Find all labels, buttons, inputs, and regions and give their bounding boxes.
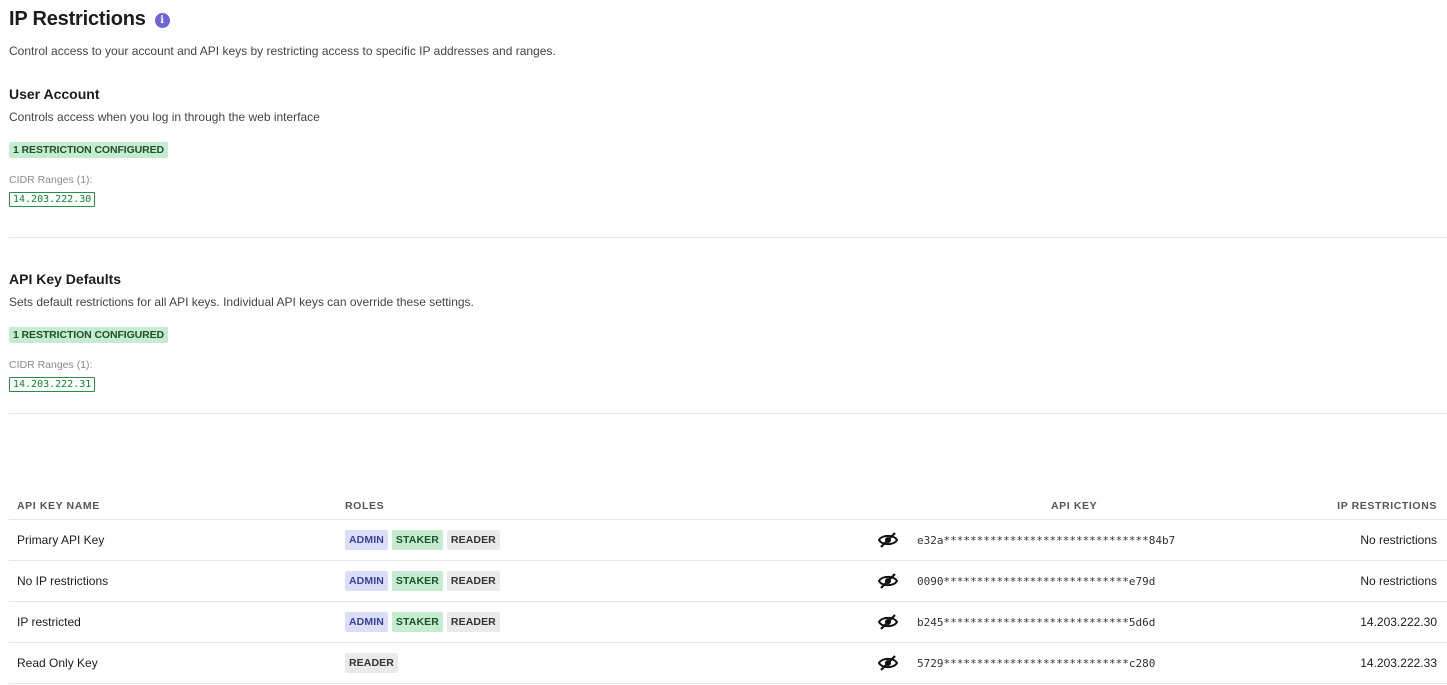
role-badge-admin: ADMIN: [345, 530, 388, 550]
ip-restrictions-value: 14.203.222.33: [1360, 656, 1437, 670]
table-header-row: API KEY NAME ROLES API KEY IP RESTRICTIO…: [9, 492, 1447, 520]
role-badge-staker: STAKER: [391, 571, 443, 591]
ip-restrictions-value: No restrictions: [1360, 533, 1437, 547]
column-header-ip-restrictions[interactable]: IP RESTRICTIONS: [1337, 500, 1437, 512]
role-badge-staker: STAKER: [391, 612, 443, 632]
column-header-api-key[interactable]: API KEY: [1051, 500, 1097, 512]
eye-slash-icon[interactable]: [877, 611, 899, 633]
ip-restrictions-value: No restrictions: [1360, 574, 1437, 588]
table-row[interactable]: No IP restrictions ADMIN STAKER READER 0…: [9, 561, 1447, 602]
restriction-status-badge: 1 RESTRICTION CONFIGURED: [9, 142, 169, 158]
eye-slash-icon[interactable]: [877, 529, 899, 551]
column-header-name[interactable]: API KEY NAME: [17, 500, 100, 512]
section-divider: [9, 237, 1447, 238]
section-description-user-account: Controls access when you log in through …: [9, 110, 320, 124]
section-title-api-key-defaults: API Key Defaults: [9, 271, 122, 287]
role-badges: ADMIN STAKER READER: [345, 571, 500, 591]
restriction-status-badge: 1 RESTRICTION CONFIGURED: [9, 327, 169, 343]
role-badge-reader: READER: [345, 653, 398, 673]
role-badges: ADMIN STAKER READER: [345, 612, 500, 632]
role-badge-staker: STAKER: [391, 530, 443, 550]
cidr-range-value: 14.203.222.31: [9, 377, 96, 392]
eye-slash-icon[interactable]: [877, 652, 899, 674]
ip-restrictions-value: 14.203.222.30: [1360, 615, 1437, 629]
page-title: IP Restrictions: [9, 8, 146, 30]
column-header-roles[interactable]: ROLES: [345, 500, 384, 512]
user-account-section: User Account Controls access when you lo…: [9, 86, 1447, 207]
role-badges: READER: [345, 653, 398, 673]
role-badge-admin: ADMIN: [345, 571, 388, 591]
api-key-value: b245****************************5d6d: [917, 615, 1156, 629]
table-row[interactable]: IP restricted ADMIN STAKER READER b245**…: [9, 602, 1447, 643]
api-key-value: e32a*******************************84b7: [917, 533, 1176, 547]
api-key-name: IP restricted: [17, 615, 81, 629]
page-description: Control access to your account and API k…: [9, 44, 556, 58]
role-badge-reader: READER: [446, 612, 500, 632]
info-icon[interactable]: i: [154, 12, 170, 28]
section-divider: [9, 413, 1447, 414]
role-badge-admin: ADMIN: [345, 612, 388, 632]
cidr-ranges-label: CIDR Ranges (1):: [9, 174, 93, 186]
api-key-name: No IP restrictions: [17, 574, 109, 588]
table-row[interactable]: Read Only Key READER 5729***************…: [9, 643, 1447, 684]
role-badge-reader: READER: [446, 530, 500, 550]
api-key-value: 0090****************************e79d: [917, 574, 1156, 588]
section-title-user-account: User Account: [9, 86, 100, 102]
api-key-name: Primary API Key: [17, 533, 105, 547]
api-keys-table: API KEY NAME ROLES API KEY IP RESTRICTIO…: [9, 492, 1447, 684]
page-header: IP Restrictions i: [9, 8, 170, 31]
role-badges: ADMIN STAKER READER: [345, 530, 500, 550]
api-key-value: 5729****************************c280: [917, 656, 1156, 670]
api-key-defaults-section: API Key Defaults Sets default restrictio…: [9, 271, 1447, 392]
cidr-range-value: 14.203.222.30: [9, 192, 96, 207]
table-row[interactable]: Primary API Key ADMIN STAKER READER e32a…: [9, 520, 1447, 561]
eye-slash-icon[interactable]: [877, 570, 899, 592]
cidr-ranges-label: CIDR Ranges (1):: [9, 359, 93, 371]
role-badge-reader: READER: [446, 571, 500, 591]
api-key-name: Read Only Key: [17, 656, 98, 670]
section-description-api-key-defaults: Sets default restrictions for all API ke…: [9, 295, 474, 309]
